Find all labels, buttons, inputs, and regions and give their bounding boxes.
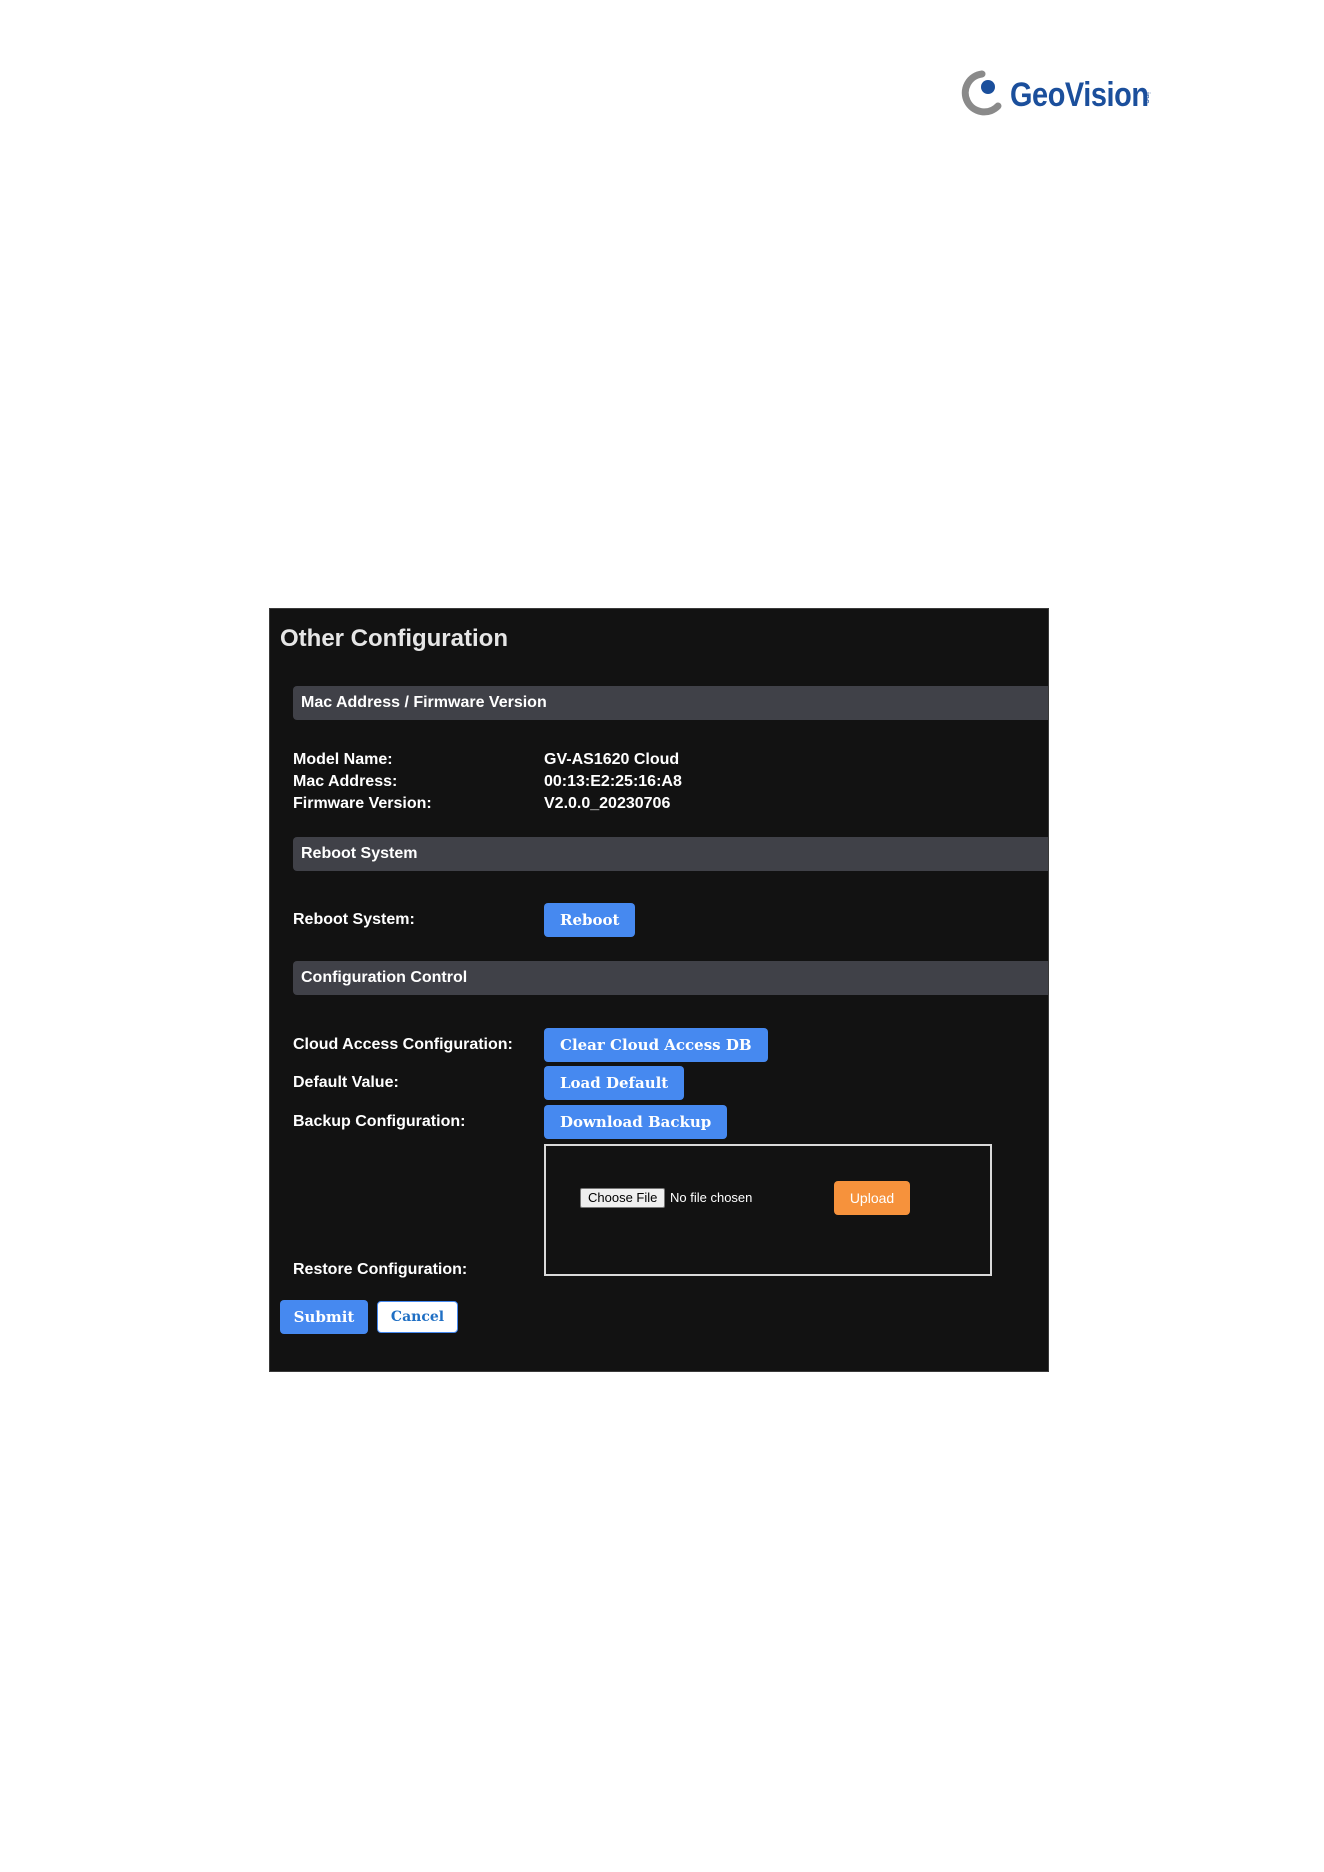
- cloud-access-label: Cloud Access Configuration:: [293, 1036, 513, 1053]
- section-configuration-control: Configuration Control: [293, 961, 1048, 995]
- cancel-button[interactable]: Cancel: [377, 1301, 458, 1333]
- backup-configuration-label: Backup Configuration:: [293, 1113, 466, 1130]
- firmware-version-value: V2.0.0_20230706: [544, 795, 671, 812]
- clear-cloud-access-db-button[interactable]: Clear Cloud Access DB: [544, 1028, 768, 1062]
- brand-suffix: inc: [1142, 92, 1152, 104]
- choose-file-button[interactable]: Choose File: [580, 1188, 666, 1208]
- geovision-logo: GeoVision inc: [960, 66, 1170, 126]
- no-file-status: No file chosen: [670, 1190, 753, 1205]
- reboot-button[interactable]: Reboot: [544, 903, 636, 937]
- reboot-system-label: Reboot System:: [293, 911, 415, 928]
- mac-address-label: Mac Address:: [293, 773, 398, 790]
- submit-button[interactable]: Submit: [280, 1300, 368, 1334]
- model-name-value: GV-AS1620 Cloud: [544, 751, 680, 768]
- other-configuration-panel: Other Configuration Mac Address / Firmwa…: [269, 608, 1049, 1372]
- load-default-button[interactable]: Load Default: [544, 1066, 685, 1100]
- section-reboot-system: Reboot System: [293, 837, 1048, 871]
- geovision-logo-mark-icon: [961, 70, 1002, 116]
- upload-button[interactable]: Upload: [834, 1181, 910, 1215]
- default-value-label: Default Value:: [293, 1074, 399, 1091]
- brand-name: GeoVision: [1010, 76, 1149, 114]
- model-name-label: Model Name:: [293, 751, 393, 768]
- page-title: Other Configuration: [280, 625, 508, 652]
- mac-address-value: 00:13:E2:25:16:A8: [544, 773, 682, 790]
- restore-configuration-label: Restore Configuration:: [293, 1261, 468, 1278]
- download-backup-button[interactable]: Download Backup: [544, 1105, 728, 1139]
- section-mac-firmware: Mac Address / Firmware Version: [293, 686, 1048, 720]
- firmware-version-label: Firmware Version:: [293, 795, 432, 812]
- restore-upload-box: Choose File No file chosen Upload: [544, 1144, 992, 1276]
